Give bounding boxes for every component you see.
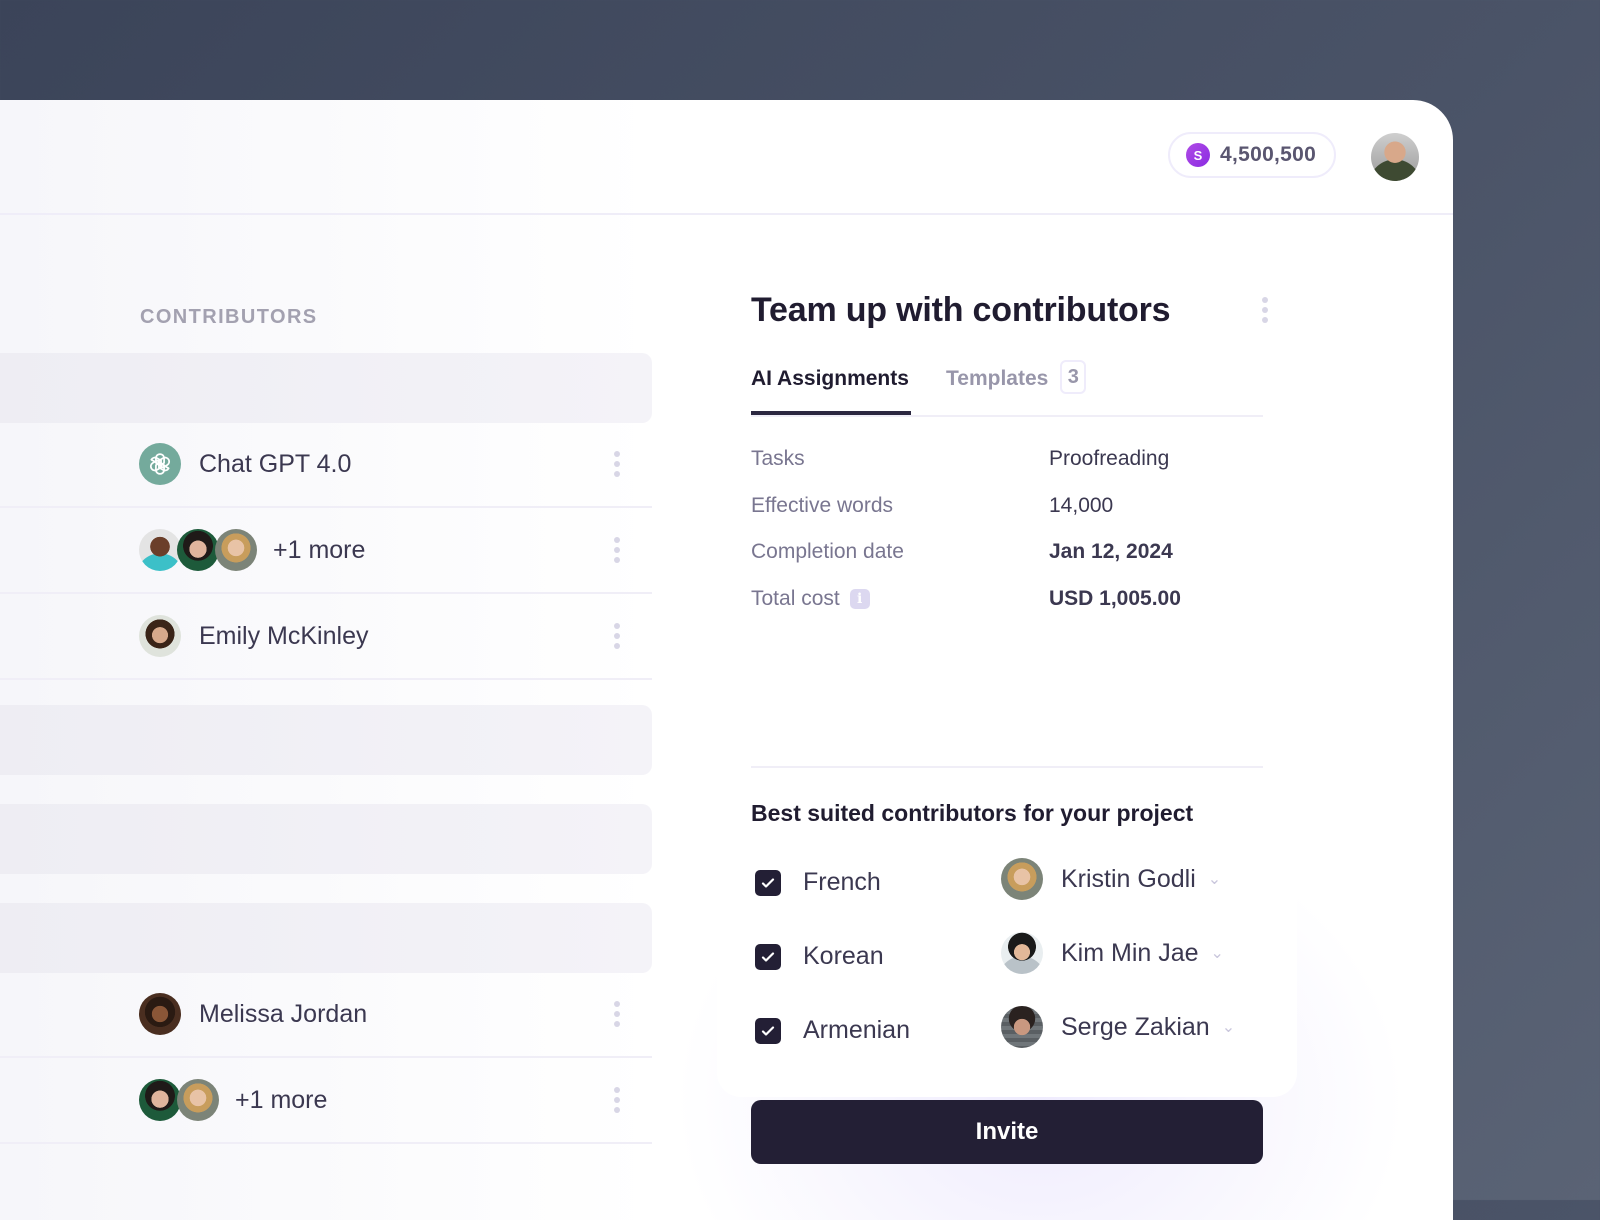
skeleton-row (0, 705, 652, 775)
language-checkbox[interactable] (755, 944, 781, 970)
language-checkbox[interactable] (755, 870, 781, 896)
more-options-icon[interactable] (613, 1087, 621, 1113)
avatar (139, 529, 181, 571)
detail-label: Tasks (751, 447, 805, 470)
tab-ai-assignments[interactable]: AI Assignments (751, 367, 911, 415)
contributor-name: +1 more (235, 1085, 328, 1114)
user-avatar[interactable] (1371, 133, 1419, 181)
detail-value: 14,000 (1049, 493, 1114, 517)
more-options-icon[interactable] (613, 1001, 621, 1027)
detail-label: Total cost i (751, 587, 870, 611)
card-title: Team up with contributors (751, 291, 1171, 329)
check-icon (761, 878, 775, 888)
info-icon[interactable]: i (849, 588, 870, 609)
assignee-select[interactable]: Kim Min Jae ⌄ (1001, 932, 1224, 974)
language-row: French Kristin Godli ⌄ (751, 858, 1263, 908)
card-more-options-icon[interactable] (1262, 297, 1268, 323)
tab-label: AI Assignments (751, 367, 909, 390)
assignee-name: Kim Min Jae (1061, 938, 1199, 967)
check-icon (761, 1026, 775, 1036)
skeleton-row (0, 353, 652, 423)
templates-count-badge: 3 (1060, 360, 1087, 394)
tab-templates[interactable]: Templates 3 (946, 360, 1087, 415)
language-checkbox[interactable] (755, 1018, 781, 1044)
coin-icon: S (1186, 143, 1210, 167)
chevron-down-icon: ⌄ (1221, 1019, 1236, 1036)
app-window: S 4,500,500 CONTRIBUTORS Chat GPT 4.0 +1… (0, 100, 1453, 1220)
detail-label-text: Total cost (751, 586, 840, 610)
contributor-row[interactable]: +1 more (0, 508, 652, 594)
detail-value: USD 1,005.00 (1049, 586, 1181, 610)
skeleton-row (0, 804, 652, 874)
contributor-row[interactable]: +1 more (0, 1058, 652, 1144)
language-row: Armenian Serge Zakian ⌄ (751, 1006, 1263, 1056)
avatar (177, 529, 219, 571)
chevron-down-icon: ⌄ (1210, 945, 1224, 962)
language-label: Armenian (803, 1016, 910, 1044)
contributor-row[interactable]: Chat GPT 4.0 (0, 422, 652, 508)
detail-row: Completion date Jan 12, 2024 (751, 540, 1263, 587)
detail-row: Total cost i USD 1,005.00 (751, 587, 1263, 634)
avatar-group (139, 615, 181, 657)
assignee-name: Serge Zakian (1061, 1012, 1210, 1041)
assignee-avatar (1001, 1006, 1043, 1048)
avatar-group (139, 993, 181, 1035)
detail-label: Completion date (751, 540, 904, 563)
language-label: Korean (803, 942, 884, 970)
language-label: French (803, 868, 881, 896)
contributor-row[interactable]: Melissa Jordan (0, 972, 652, 1058)
contributor-name: Chat GPT 4.0 (199, 449, 352, 478)
detail-row: Effective words 14,000 (751, 494, 1263, 541)
contributors-section-label: CONTRIBUTORS (140, 306, 318, 328)
avatar (139, 1079, 181, 1121)
divider (751, 766, 1263, 768)
detail-label: Effective words (751, 493, 894, 517)
top-bar: S 4,500,500 (0, 100, 1453, 215)
check-icon (761, 952, 775, 962)
avatar (139, 615, 181, 657)
team-up-card: Team up with contributors AI Assignments… (717, 255, 1297, 1164)
assignment-details: Tasks Proofreading Effective words 14,00… (751, 447, 1263, 633)
avatar (139, 993, 181, 1035)
credits-amount: 4,500,500 (1220, 143, 1317, 166)
more-options-icon[interactable] (613, 623, 621, 649)
more-options-icon[interactable] (613, 451, 621, 477)
contributor-name: Emily McKinley (199, 621, 369, 650)
chevron-down-icon: ⌄ (1207, 871, 1222, 888)
assignee-name: Kristin Godli (1061, 864, 1196, 893)
credits-balance[interactable]: S 4,500,500 (1168, 132, 1337, 178)
avatar-group (139, 1079, 219, 1121)
contributor-name: +1 more (273, 535, 366, 564)
assignee-select[interactable]: Serge Zakian ⌄ (1001, 1006, 1235, 1048)
tab-label: Templates (946, 367, 1049, 390)
detail-value: Jan 12, 2024 (1049, 540, 1173, 563)
avatar (177, 1079, 219, 1121)
tab-bar: AI Assignments Templates 3 (751, 360, 1263, 417)
skeleton-row (0, 903, 652, 973)
avatar-group (139, 529, 257, 571)
contributor-name: Melissa Jordan (199, 999, 368, 1028)
invite-button[interactable]: Invite (751, 1100, 1263, 1164)
best-suited-title: Best suited contributors for your projec… (751, 800, 1194, 826)
detail-value: Proofreading (1049, 447, 1170, 470)
assignee-avatar (1001, 932, 1043, 974)
avatar (215, 529, 257, 571)
more-options-icon[interactable] (613, 537, 621, 563)
contributor-row[interactable]: Emily McKinley (0, 594, 652, 680)
detail-row: Tasks Proofreading (751, 447, 1263, 494)
avatar-group (139, 443, 181, 485)
language-row: Korean Kim Min Jae ⌄ (751, 932, 1263, 982)
assignee-avatar (1001, 858, 1043, 900)
chatgpt-icon (139, 443, 181, 485)
assignee-select[interactable]: Kristin Godli ⌄ (1001, 858, 1221, 900)
